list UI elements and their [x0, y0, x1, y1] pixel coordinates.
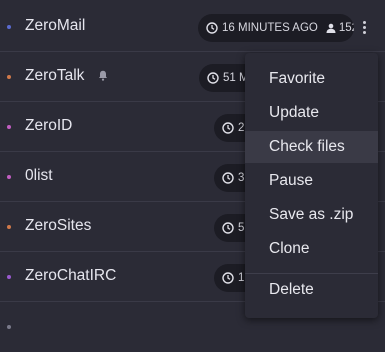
site-name[interactable]: ZeroID	[25, 117, 72, 135]
menu-item-save-zip[interactable]: Save as .zip	[245, 199, 378, 231]
site-stats-badge: 16 MINUTES AGO 152	[198, 14, 354, 42]
status-dot	[7, 275, 11, 279]
status-dot	[7, 325, 11, 329]
status-dot	[7, 225, 11, 229]
last-updated-text: 2	[238, 122, 245, 134]
last-updated-text: 5	[238, 222, 245, 234]
last-updated-text: 16 MINUTES AGO	[222, 22, 318, 34]
last-updated-text: 3	[238, 172, 245, 184]
menu-item-check-files[interactable]: Check files	[245, 131, 378, 163]
site-name[interactable]: 0list	[25, 167, 53, 185]
site-row-zeromail[interactable]: ZeroMail 16 MINUTES AGO 152	[0, 2, 385, 52]
site-name[interactable]: ZeroTalk	[25, 67, 108, 85]
menu-item-delete[interactable]: Delete	[245, 274, 378, 306]
menu-item-clone[interactable]: Clone	[245, 233, 378, 265]
site-name[interactable]: ZeroSites	[25, 217, 91, 235]
last-updated-text: 1	[238, 272, 245, 284]
bell-icon	[98, 70, 107, 81]
clock-icon	[222, 172, 234, 184]
menu-item-update[interactable]: Update	[245, 97, 378, 129]
status-dot	[7, 175, 11, 179]
clock-icon	[222, 122, 234, 134]
clock-icon	[222, 222, 234, 234]
clock-icon	[222, 272, 234, 284]
more-options-icon[interactable]	[359, 19, 369, 37]
clock-icon	[207, 72, 219, 84]
peer-count: 152	[338, 22, 354, 34]
status-dot	[7, 25, 11, 29]
site-context-menu: Favorite Update Check files Pause Save a…	[245, 53, 378, 318]
site-name[interactable]: ZeroMail	[25, 17, 85, 35]
status-dot	[7, 125, 11, 129]
site-name-label: ZeroTalk	[25, 67, 85, 84]
menu-item-favorite[interactable]: Favorite	[245, 63, 378, 95]
menu-item-pause[interactable]: Pause	[245, 165, 378, 197]
site-name[interactable]: ZeroChatIRC	[25, 267, 116, 285]
clock-icon	[206, 22, 218, 34]
status-dot	[7, 75, 11, 79]
person-icon	[326, 23, 336, 33]
